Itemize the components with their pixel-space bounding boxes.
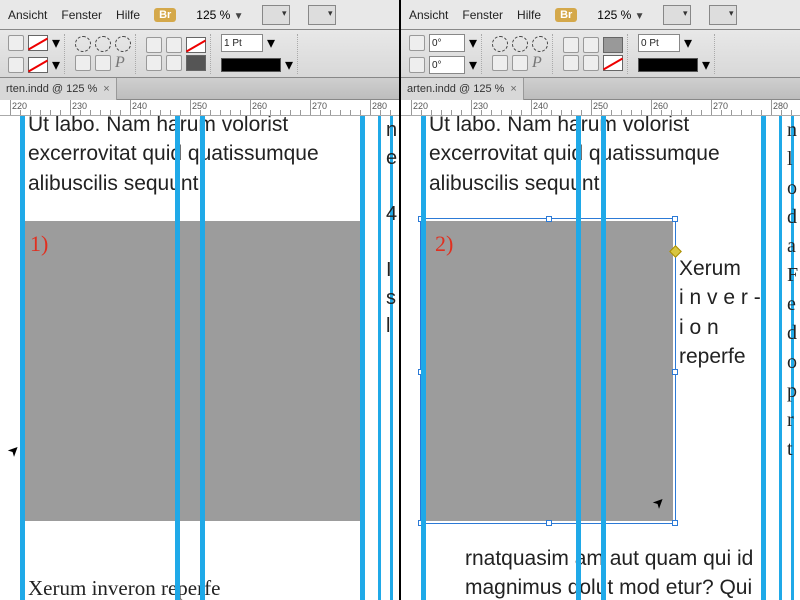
document-tab[interactable]: arten.indd @ 125 %× xyxy=(401,78,524,100)
menu-bar: Ansicht Fenster Hilfe Br 125 % ▼ xyxy=(401,0,800,30)
a-icon[interactable] xyxy=(563,37,579,53)
close-tab-icon[interactable]: × xyxy=(510,78,516,100)
bridge-icon[interactable]: Br xyxy=(154,8,176,22)
column-guide[interactable] xyxy=(175,116,180,600)
menu-view[interactable]: Ansicht xyxy=(409,8,448,22)
column-guide[interactable] xyxy=(200,116,205,600)
screen-mode-dropdown[interactable] xyxy=(262,5,290,25)
stroke-style-dropdown[interactable] xyxy=(221,58,281,72)
stroke-swatch-r[interactable] xyxy=(603,55,623,71)
fill-dd[interactable]: ▾ xyxy=(52,33,60,53)
paragraph-icon: P xyxy=(532,54,542,72)
column-guide[interactable] xyxy=(20,116,25,600)
document-tabs: arten.indd @ 125 %× xyxy=(401,78,800,100)
fx3-icon[interactable] xyxy=(146,55,162,71)
document-tabs: rten.indd @ 125 %× xyxy=(0,78,399,100)
align-center-icon[interactable] xyxy=(8,57,24,73)
wrap-jump-icon[interactable] xyxy=(115,36,131,52)
menu-window[interactable]: Fenster xyxy=(61,8,102,22)
screen-mode-dropdown[interactable] xyxy=(663,5,691,25)
horizontal-ruler[interactable]: 220230240250260270280 xyxy=(0,100,399,116)
opacity-swatch[interactable] xyxy=(186,55,206,71)
rotate-icon[interactable] xyxy=(409,35,425,51)
column-guide[interactable] xyxy=(761,116,766,600)
menu-window[interactable]: Fenster xyxy=(462,8,503,22)
control-panel: 0°▾ 0°▾ P 0 Pt▾ ▾ xyxy=(401,30,800,78)
control-panel: ▾ ▾ P 1 Pt▾ ▾ xyxy=(0,30,399,78)
c-icon[interactable] xyxy=(563,55,579,71)
stroke-swatch[interactable] xyxy=(28,57,48,73)
fx4-icon[interactable] xyxy=(166,55,182,71)
rotate-cw-icon[interactable] xyxy=(532,36,548,52)
stroke-dd[interactable]: ▾ xyxy=(52,55,60,75)
menu-help[interactable]: Hilfe xyxy=(116,8,140,22)
b-icon[interactable] xyxy=(583,37,599,53)
body-text: Ut labo. Nam harum volorist excerrovitat… xyxy=(28,116,368,198)
arrange-dropdown[interactable] xyxy=(709,5,737,25)
corner-icon[interactable] xyxy=(75,55,91,71)
align-left-icon[interactable] xyxy=(8,35,24,51)
fill-swatch-r[interactable] xyxy=(603,37,623,53)
menu-help[interactable]: Hilfe xyxy=(517,8,541,22)
wrap-around-icon[interactable] xyxy=(95,36,111,52)
document-canvas[interactable]: Ut labo. Nam harum volorist excerrovitat… xyxy=(0,116,399,600)
horizontal-ruler[interactable]: 220230240250260270280 xyxy=(401,100,800,116)
flip-v-icon[interactable] xyxy=(512,36,528,52)
body-text-below: rnatquasim am aut quam qui id magnimus d… xyxy=(465,544,775,600)
rotation-field[interactable]: 0° xyxy=(429,34,465,52)
select-next-icon[interactable] xyxy=(512,55,528,71)
placeholder-frame[interactable] xyxy=(20,221,360,521)
shear-field[interactable]: 0° xyxy=(429,56,465,74)
shear-icon[interactable] xyxy=(409,57,425,73)
body-text: Ut labo. Nam harum volorist excerrovitat… xyxy=(429,116,769,198)
wrapped-text: Xerum i n v e r - i o n reperfe xyxy=(679,254,767,372)
wrap-none-icon[interactable] xyxy=(75,36,91,52)
d-icon[interactable] xyxy=(583,55,599,71)
edge-text: nlodaFedoprt xyxy=(787,116,799,464)
column-guide[interactable] xyxy=(378,116,381,600)
arrange-dropdown[interactable] xyxy=(308,5,336,25)
stroke-weight-field[interactable]: 0 Pt xyxy=(638,34,680,52)
paragraph-icon: P xyxy=(115,54,125,72)
column-guide[interactable] xyxy=(421,116,426,600)
body-text-below: Xerum inveron reperfe xyxy=(28,574,368,600)
fill-swatch[interactable] xyxy=(28,35,48,51)
zoom-level[interactable]: 125 % ▼ xyxy=(597,8,644,22)
bridge-icon[interactable]: Br xyxy=(555,8,577,22)
edge-text: ne 4I sl xyxy=(386,116,398,340)
column-guide[interactable] xyxy=(779,116,782,600)
no-effect-icon[interactable] xyxy=(186,37,206,53)
document-canvas[interactable]: Ut labo. Nam harum volorist excerrovitat… xyxy=(401,116,800,600)
column-guide[interactable] xyxy=(360,116,365,600)
annotation-1: 1) xyxy=(30,231,48,257)
close-tab-icon[interactable]: × xyxy=(103,78,109,100)
annotation-2: 2) xyxy=(435,231,453,257)
stroke-style-dropdown[interactable] xyxy=(638,58,698,72)
column-guide[interactable] xyxy=(576,116,581,600)
placeholder-frame[interactable] xyxy=(423,221,673,521)
column-guide[interactable] xyxy=(601,116,606,600)
stroke-weight-field[interactable]: 1 Pt xyxy=(221,34,263,52)
zoom-level[interactable]: 125 % ▼ xyxy=(196,8,243,22)
fx-icon[interactable] xyxy=(146,37,162,53)
menu-bar: Ansicht Fenster Hilfe Br 125 % ▼ xyxy=(0,0,399,30)
fx2-icon[interactable] xyxy=(166,37,182,53)
menu-view[interactable]: Ansicht xyxy=(8,8,47,22)
corner2-icon[interactable] xyxy=(95,55,111,71)
document-tab[interactable]: rten.indd @ 125 %× xyxy=(0,78,117,100)
select-prev-icon[interactable] xyxy=(492,55,508,71)
flip-h-icon[interactable] xyxy=(492,36,508,52)
